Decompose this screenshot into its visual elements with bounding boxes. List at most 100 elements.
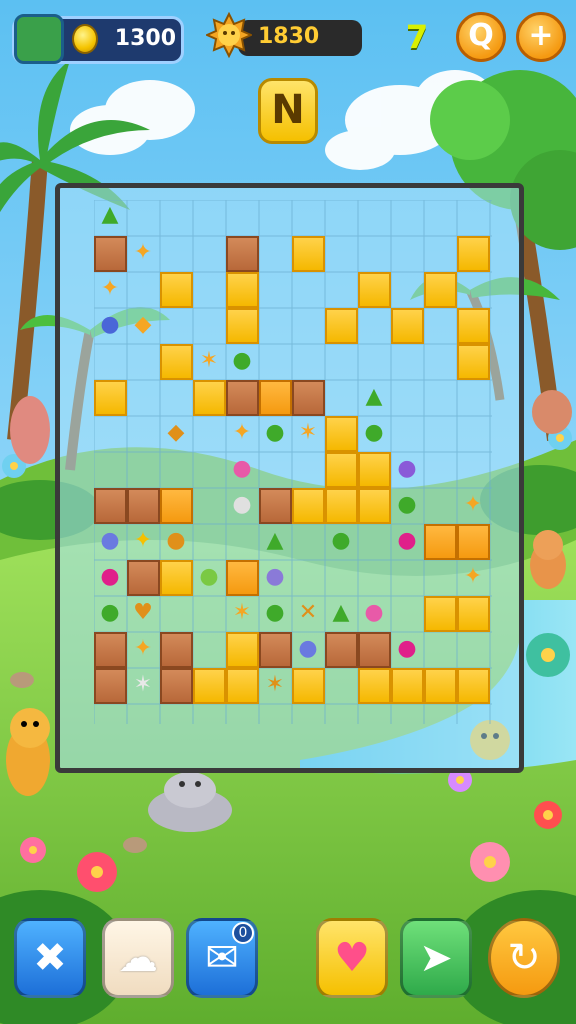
brown-block[interactable]	[94, 488, 127, 524]
green-creature-piece[interactable]: ▲	[360, 382, 388, 412]
orange-block[interactable]	[457, 524, 490, 560]
player-avatar[interactable]	[14, 14, 64, 64]
green-creature-piece[interactable]: ●	[261, 418, 289, 448]
gold-block[interactable]	[226, 308, 259, 344]
gold-block[interactable]	[457, 596, 490, 632]
brown-block[interactable]	[292, 380, 325, 416]
orange-block[interactable]	[259, 380, 292, 416]
orange-creature-piece[interactable]: ✦	[459, 490, 487, 520]
orange-block[interactable]	[160, 488, 193, 524]
gold-block[interactable]	[457, 668, 490, 704]
pink-creature-piece[interactable]: ●	[228, 454, 256, 484]
favorite-button[interactable]: ♥	[316, 918, 388, 998]
gold-block[interactable]	[160, 560, 193, 596]
gold-block[interactable]	[226, 632, 259, 668]
gold-block[interactable]	[193, 668, 226, 704]
puzzle-board[interactable]: ▲ ✦ ✦ ● ◆ ✶ ● ▲ ◆ ✦ ● ✶ ● ● ● ● ● ✦ ● ✦ …	[55, 183, 524, 773]
blue-creature-piece[interactable]: ●	[96, 310, 124, 340]
orange-creature-piece[interactable]: ✦	[129, 238, 157, 268]
gold-block[interactable]	[391, 308, 424, 344]
gold-block[interactable]	[457, 236, 490, 272]
hint-button[interactable]: ☁	[102, 918, 174, 998]
purple-creature-piece[interactable]: ●	[393, 454, 421, 484]
orange-creature-piece[interactable]: ♥	[129, 598, 157, 628]
green-creature-piece[interactable]: ▲	[96, 200, 124, 230]
magenta-creature-piece[interactable]: ●	[96, 562, 124, 592]
gold-block[interactable]	[160, 272, 193, 308]
orange-creature-piece[interactable]: ◆	[129, 310, 157, 340]
brown-block[interactable]	[259, 488, 292, 524]
gold-block[interactable]	[457, 344, 490, 380]
gold-block[interactable]	[325, 416, 358, 452]
green-creature-piece[interactable]: ▲	[327, 598, 355, 628]
gold-block[interactable]	[358, 452, 391, 488]
green-creature-piece[interactable]: ●	[228, 346, 256, 376]
gold-block[interactable]	[325, 308, 358, 344]
gold-block[interactable]	[160, 344, 193, 380]
next-button[interactable]: ➤	[400, 918, 472, 998]
pink-creature-piece[interactable]: ●	[360, 598, 388, 628]
orange-creature-piece[interactable]: ✦	[228, 418, 256, 448]
help-button[interactable]: Q	[456, 12, 506, 62]
orange-creature-piece[interactable]: ✦	[129, 634, 157, 664]
green-creature-piece[interactable]: ●	[96, 598, 124, 628]
gold-block[interactable]	[358, 488, 391, 524]
mode-button[interactable]: N	[258, 78, 318, 144]
brown-block[interactable]	[160, 632, 193, 668]
orange-block[interactable]	[424, 524, 457, 560]
brown-block[interactable]	[94, 668, 127, 704]
shuffle-button[interactable]: ✖	[14, 918, 86, 998]
gold-block[interactable]	[325, 488, 358, 524]
gold-block[interactable]	[358, 668, 391, 704]
orange-creature-piece[interactable]: ✶	[228, 598, 256, 628]
green-creature-piece[interactable]: ●	[327, 526, 355, 556]
gold-block[interactable]	[226, 668, 259, 704]
green-creature-piece[interactable]: ●	[393, 490, 421, 520]
brown-block[interactable]	[259, 632, 292, 668]
gold-block[interactable]	[94, 380, 127, 416]
brown-block[interactable]	[358, 632, 391, 668]
add-button[interactable]: +	[516, 12, 566, 62]
white-creature-piece[interactable]: ●	[228, 490, 256, 520]
brown-block[interactable]	[127, 560, 160, 596]
green-creature-piece[interactable]: ▲	[261, 526, 289, 556]
gold-block[interactable]	[424, 272, 457, 308]
green-creature-piece[interactable]: ●	[195, 562, 223, 592]
gold-block[interactable]	[325, 452, 358, 488]
brown-block[interactable]	[226, 236, 259, 272]
gold-block[interactable]	[226, 272, 259, 308]
brown-block[interactable]	[94, 236, 127, 272]
green-creature-piece[interactable]: ●	[261, 598, 289, 628]
orange-creature-piece[interactable]: ✦	[459, 562, 487, 592]
orange-creature-piece[interactable]: ✶	[195, 346, 223, 376]
blue-creature-piece[interactable]: ●	[96, 526, 124, 556]
gold-block[interactable]	[424, 596, 457, 632]
brown-block[interactable]	[94, 632, 127, 668]
yellow-creature-piece[interactable]: ✦	[129, 526, 157, 556]
orange-creature-piece[interactable]: ✦	[96, 274, 124, 304]
undo-button[interactable]: ↻	[488, 918, 560, 998]
orange-block[interactable]	[226, 560, 259, 596]
brown-block[interactable]	[127, 488, 160, 524]
gold-block[interactable]	[391, 668, 424, 704]
blue-creature-piece[interactable]: ●	[294, 634, 322, 664]
gold-block[interactable]	[424, 668, 457, 704]
white-creature-piece[interactable]: ✶	[129, 670, 157, 700]
orange-creature-piece[interactable]: ✶	[294, 418, 322, 448]
brown-block[interactable]	[325, 632, 358, 668]
magenta-creature-piece[interactable]: ●	[393, 526, 421, 556]
gold-block[interactable]	[358, 272, 391, 308]
purple-creature-piece[interactable]: ●	[261, 562, 289, 592]
brown-block[interactable]	[226, 380, 259, 416]
gold-block[interactable]	[292, 236, 325, 272]
gold-block[interactable]	[457, 308, 490, 344]
orange-creature-piece[interactable]: ✶	[261, 670, 289, 700]
green-creature-piece[interactable]: ●	[360, 418, 388, 448]
gold-block[interactable]	[193, 380, 226, 416]
gold-block[interactable]	[292, 668, 325, 704]
orange-creature-piece[interactable]: ✕	[294, 598, 322, 628]
orange-creature-piece[interactable]: ◆	[162, 418, 190, 448]
brown-block[interactable]	[160, 668, 193, 704]
gold-block[interactable]	[292, 488, 325, 524]
magenta-creature-piece[interactable]: ●	[393, 634, 421, 664]
